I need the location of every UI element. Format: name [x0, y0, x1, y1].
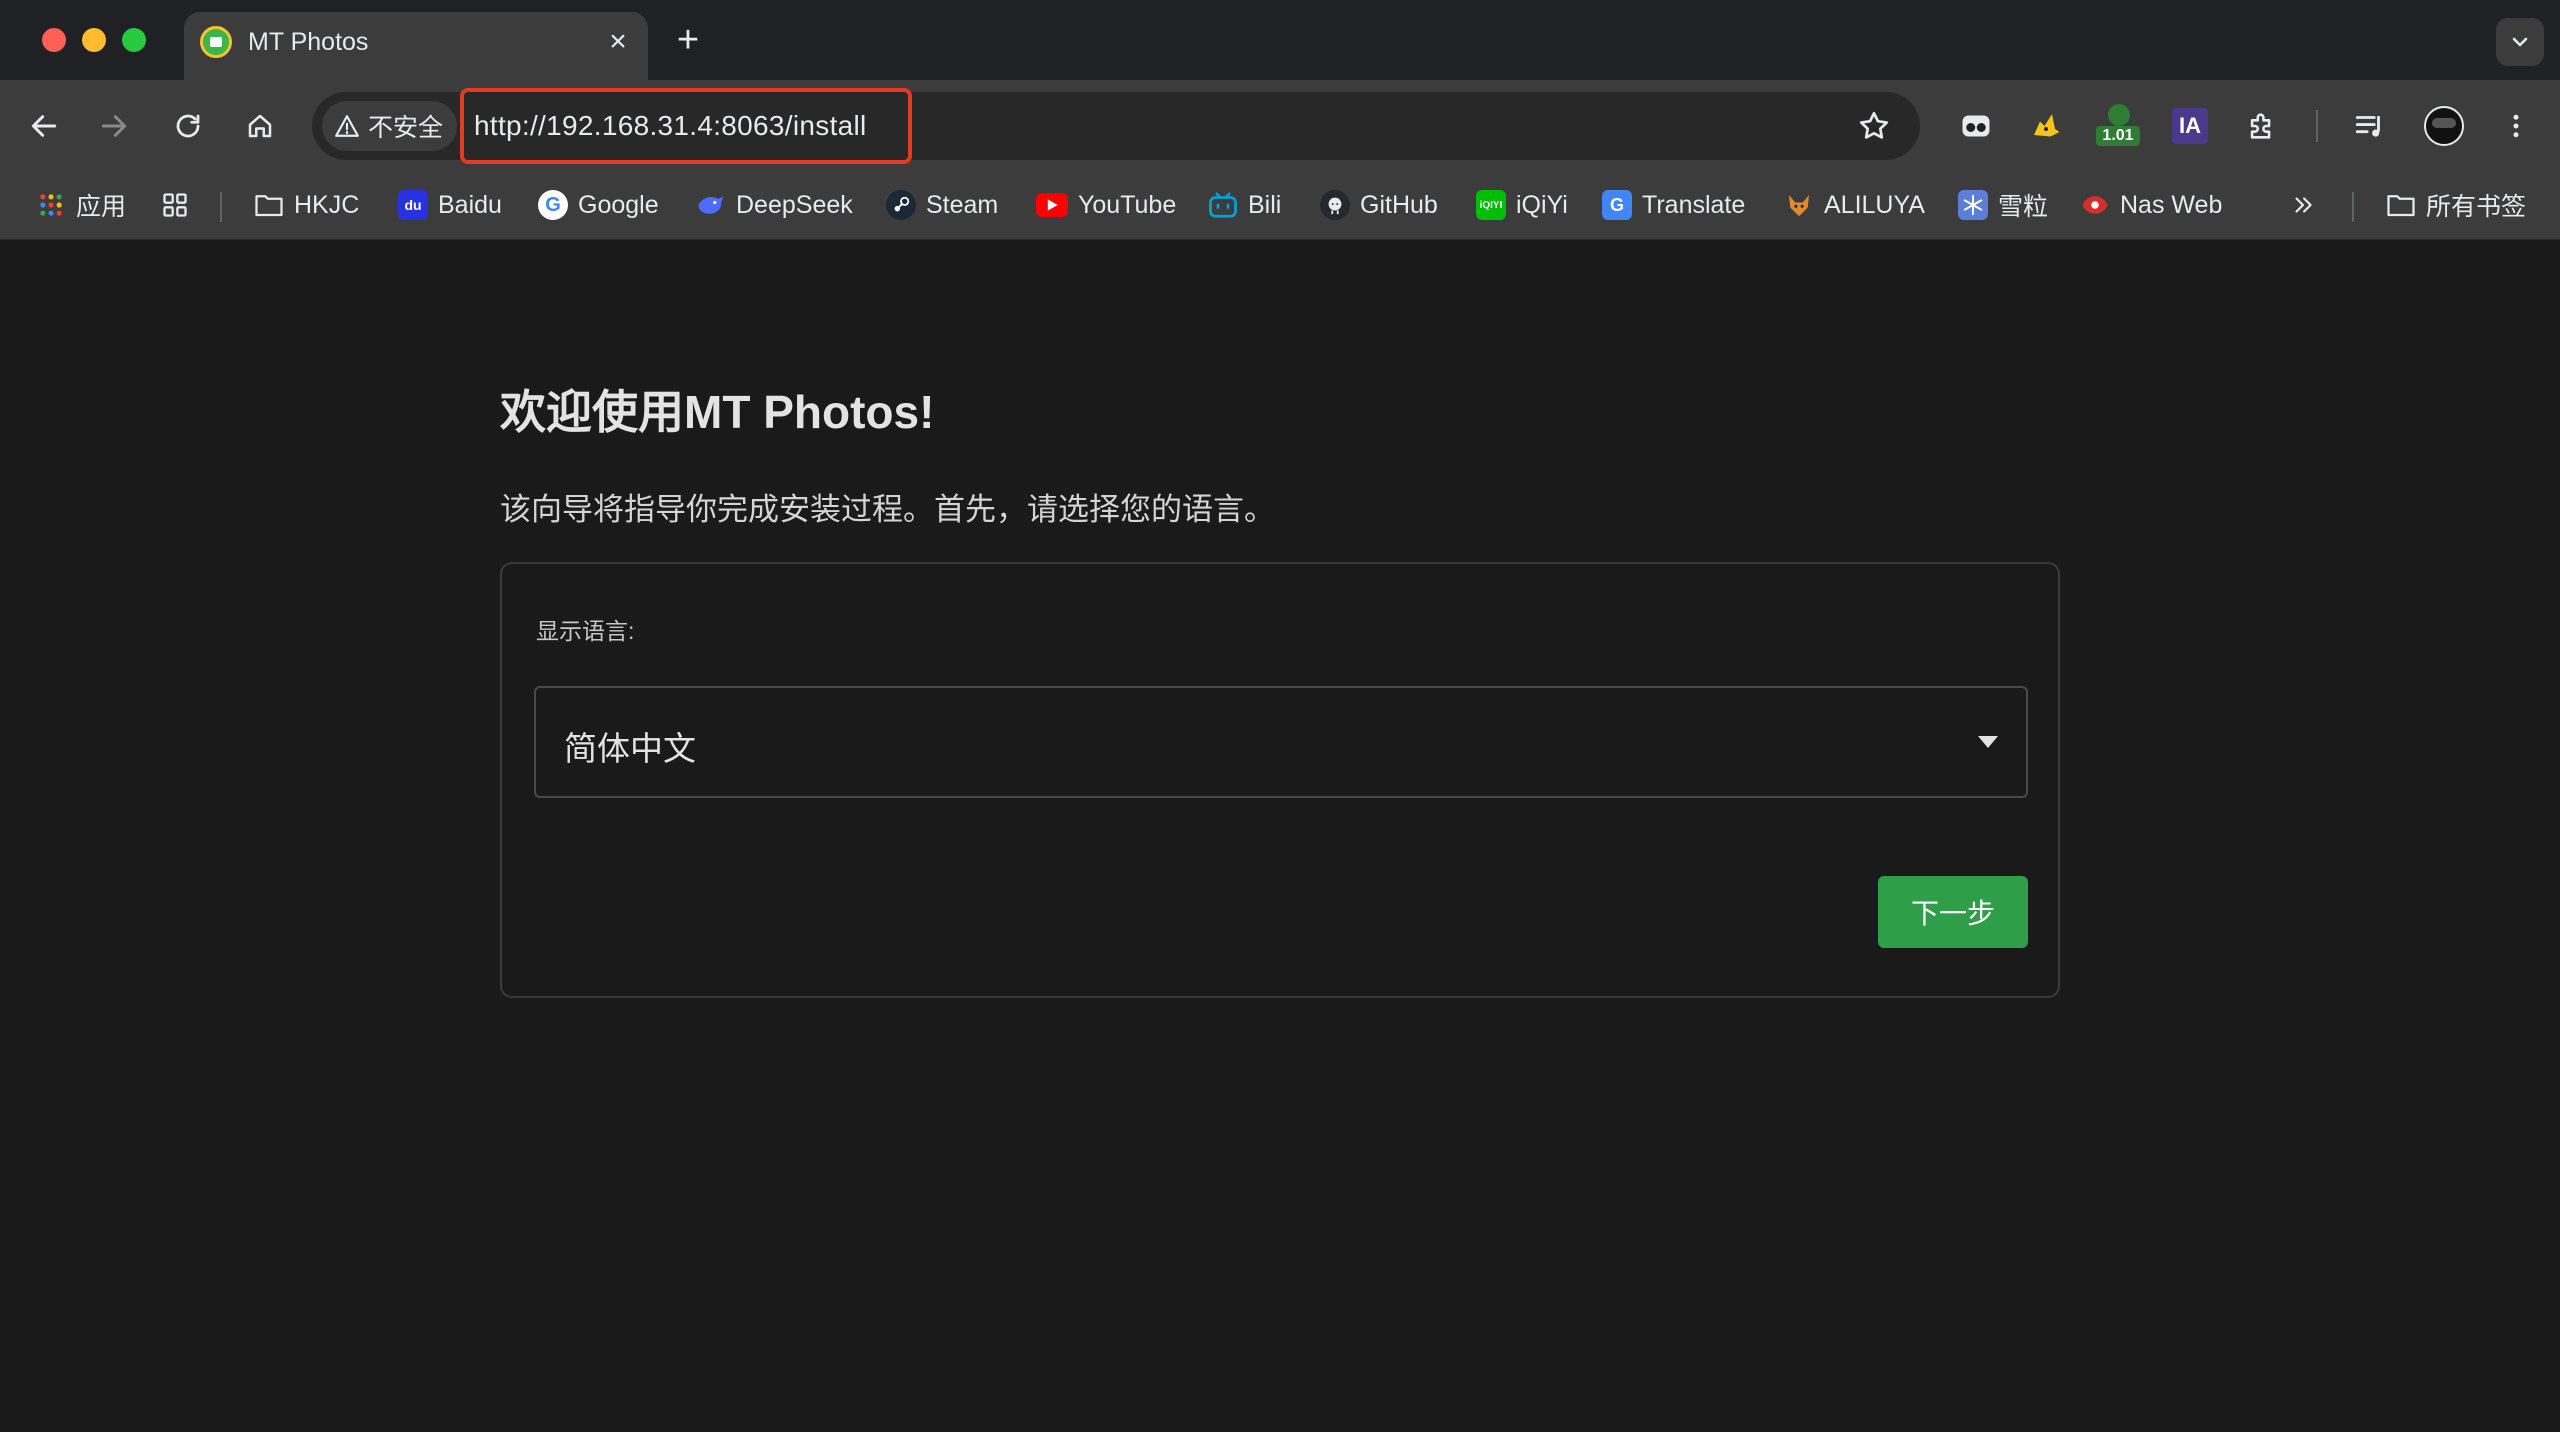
address-bar[interactable]: 不安全 http://192.168.31.4:8063/install	[312, 88, 1920, 164]
dropdown-arrow-icon	[1978, 736, 1998, 748]
folder-icon	[254, 190, 284, 220]
language-select[interactable]: 简体中文	[534, 686, 2028, 798]
bookmark-label: Bili	[1248, 190, 1282, 219]
chevron-down-icon	[2512, 37, 2528, 47]
bookmark-label: Google	[578, 190, 659, 219]
profile-avatar-icon[interactable]	[2420, 102, 2468, 150]
bookmark-label: iQiYi	[1516, 190, 1568, 219]
version-badge-extension-icon[interactable]: 1.01	[2094, 102, 2142, 150]
browser-menu-icon[interactable]	[2492, 102, 2540, 150]
tab-search-button[interactable]	[2496, 18, 2544, 66]
more-bookmarks-button[interactable]	[2290, 184, 2316, 226]
double-chevron-right-icon	[2295, 197, 2312, 213]
home-button[interactable]	[238, 104, 282, 148]
bookmark-youtube[interactable]: YouTube	[1036, 184, 1176, 226]
bookmark-label: Nas Web	[2120, 190, 2223, 219]
bookmark-label: DeepSeek	[736, 190, 853, 219]
bilibili-icon	[1208, 190, 1238, 220]
tab-strip: MT Photos × +	[0, 0, 2560, 80]
mask-extension-icon[interactable]	[1952, 102, 2000, 150]
bookmark-deepseek[interactable]: DeepSeek	[696, 184, 853, 226]
next-step-button[interactable]: 下一步	[1878, 876, 2028, 948]
bookmark-label: ALILUYA	[1824, 190, 1925, 219]
arrow-right-icon	[101, 115, 127, 137]
tab-title: MT Photos	[248, 28, 369, 56]
bookmark-label: 应用	[76, 193, 127, 221]
bookmark-separator	[2352, 192, 2354, 222]
bookmarks-bar: 应用 HKJC du Baidu G Google DeepSeek Steam	[0, 172, 2560, 240]
nas-web-icon	[2080, 190, 2110, 220]
close-window-button[interactable]	[42, 28, 66, 52]
tab-close-icon[interactable]: ×	[602, 26, 634, 58]
page-content: 欢迎使用MT Photos! 该向导将指导你完成安装过程。首先，请选择您的语言。…	[0, 240, 2560, 1432]
steam-icon	[886, 190, 916, 220]
active-tab[interactable]: MT Photos ×	[184, 12, 648, 80]
media-controls-icon[interactable]	[2346, 102, 2394, 150]
youtube-icon	[1036, 193, 1068, 217]
apps-grid-icon	[36, 190, 66, 220]
bookmark-nas-web[interactable]: Nas Web	[2080, 184, 2222, 226]
pikachu-extension-icon[interactable]	[2022, 102, 2070, 150]
xueli-icon	[1958, 190, 1988, 220]
reload-button[interactable]	[166, 104, 210, 148]
bookmark-google[interactable]: G Google	[538, 184, 659, 226]
forward-button[interactable]	[92, 104, 136, 148]
bookmark-baidu[interactable]: du Baidu	[398, 184, 502, 226]
language-card: 显示语言: 简体中文 下一步	[500, 562, 2060, 998]
bookmark-bili[interactable]: Bili	[1208, 184, 1281, 226]
new-tab-button[interactable]: +	[668, 20, 708, 60]
bookmark-tab-groups[interactable]	[160, 184, 190, 226]
google-icon: G	[538, 190, 568, 220]
page-subtitle: 该向导将指导你完成安装过程。首先，请选择您的语言。	[500, 492, 1275, 527]
ia-extension-icon[interactable]: IA	[2166, 102, 2214, 150]
bookmark-label: Steam	[926, 190, 999, 219]
bookmark-label: Baidu	[438, 190, 502, 219]
back-button[interactable]	[22, 104, 66, 148]
maximize-window-button[interactable]	[122, 28, 146, 52]
browser-toolbar: 不安全 http://192.168.31.4:8063/install 1.0…	[0, 80, 2560, 172]
bookmark-apps[interactable]: 应用	[36, 184, 126, 226]
bookmark-label: YouTube	[1078, 190, 1177, 219]
page-title: 欢迎使用MT Photos!	[500, 386, 935, 438]
baidu-icon: du	[398, 190, 428, 220]
bookmark-iqiyi[interactable]: iQIYI iQiYi	[1476, 184, 1568, 226]
bookmark-label: Translate	[1642, 190, 1746, 219]
security-indicator[interactable]: 不安全	[322, 101, 458, 151]
all-bookmarks-button[interactable]: 所有书签	[2386, 184, 2526, 226]
bookmark-label: GitHub	[1360, 190, 1438, 219]
aliluya-icon	[1784, 190, 1814, 220]
bookmark-translate[interactable]: G Translate	[1602, 184, 1745, 226]
bookmark-steam[interactable]: Steam	[886, 184, 998, 226]
language-select-value: 简体中文	[564, 730, 696, 767]
bookmark-github[interactable]: GitHub	[1320, 184, 1438, 226]
github-icon	[1320, 190, 1350, 220]
extensions-puzzle-icon[interactable]	[2238, 102, 2286, 150]
bookmark-xueli[interactable]: 雪粒	[1958, 184, 2048, 226]
iqiyi-icon: iQIYI	[1476, 190, 1506, 220]
tab-groups-icon	[160, 190, 190, 220]
language-field-label: 显示语言:	[536, 618, 635, 644]
extension-badge: 1.01	[2096, 126, 2140, 146]
toolbar-divider	[2316, 110, 2318, 142]
deepseek-icon	[696, 190, 726, 220]
ia-label: IA	[2172, 108, 2208, 144]
translate-icon: G	[1602, 190, 1632, 220]
arrow-left-icon	[31, 115, 57, 137]
warning-triangle-icon	[335, 115, 359, 137]
bookmark-separator	[220, 192, 222, 222]
bookmark-aliluya[interactable]: ALILUYA	[1784, 184, 1925, 226]
security-label: 不安全	[368, 114, 444, 142]
minimize-window-button[interactable]	[82, 28, 106, 52]
bookmark-label: HKJC	[294, 190, 360, 219]
bookmark-hkjc[interactable]: HKJC	[254, 184, 359, 226]
bookmark-label: 雪粒	[1998, 193, 2049, 221]
mt-photos-favicon-icon	[200, 26, 232, 58]
home-icon	[248, 114, 272, 138]
reload-icon	[176, 114, 200, 138]
bookmark-star-icon[interactable]	[1856, 108, 1892, 144]
folder-icon	[2386, 190, 2416, 220]
all-bookmarks-label: 所有书签	[2426, 193, 2527, 221]
url-text[interactable]: http://192.168.31.4:8063/install	[474, 110, 867, 142]
